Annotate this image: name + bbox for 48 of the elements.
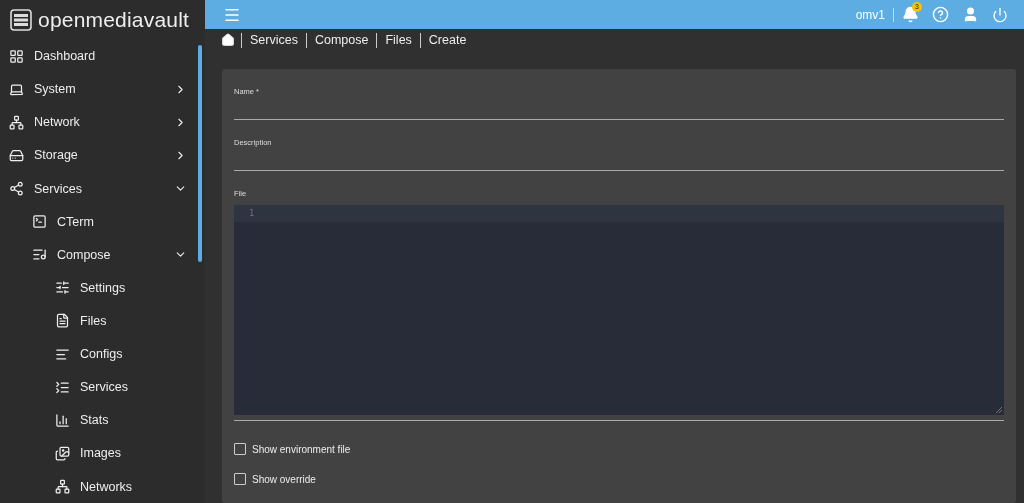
bar-chart-icon [55, 412, 70, 428]
sidebar-item[interactable]: Files [0, 304, 205, 338]
sidebar-item[interactable]: Dashboard [0, 39, 205, 73]
line-number: 1 [248, 209, 254, 218]
checkbox-label: Show environment file [252, 443, 351, 455]
home-icon[interactable] [221, 33, 235, 48]
share-icon [9, 181, 24, 196]
sidebar-item[interactable]: Compose [0, 238, 205, 272]
sidebar-item[interactable]: Networks [0, 469, 205, 503]
resize-grip-icon[interactable] [995, 406, 1003, 414]
sidebar-item[interactable]: System [0, 72, 205, 106]
grid-icon [9, 48, 24, 64]
laptop-icon [9, 81, 24, 97]
sidebar-item[interactable]: Stats [0, 403, 205, 437]
sidebar-item[interactable]: Configs [0, 337, 205, 371]
bell-icon [901, 6, 919, 24]
checkbox[interactable] [234, 473, 246, 485]
sidebar-item[interactable]: Network [0, 105, 205, 139]
help-icon [931, 6, 949, 24]
breadcrumb-link[interactable]: Create [419, 32, 475, 48]
images-icon [55, 445, 70, 461]
checkbox-label: Show override [252, 473, 316, 485]
hostname: omv1 [855, 7, 894, 22]
storage-icon [9, 147, 24, 163]
network-icon [9, 114, 24, 130]
sliders-icon [55, 280, 70, 296]
breadcrumb-link[interactable]: Files [376, 32, 420, 48]
sidebar-item[interactable]: Settings [0, 271, 205, 305]
power-icon [992, 6, 1008, 23]
checkbox[interactable] [234, 443, 246, 455]
list-icon [32, 247, 47, 263]
logo-text: openmediavault [38, 7, 190, 32]
scrollbar[interactable] [198, 45, 202, 262]
breadcrumb-link[interactable]: Services [241, 32, 306, 48]
network-icon [55, 479, 70, 494]
checkbox-row[interactable]: Show override [234, 473, 1004, 485]
breadcrumb-link[interactable]: Compose [305, 32, 377, 48]
checkbox-row[interactable]: Show environment file [234, 443, 1004, 455]
sidebar-item[interactable]: Services [0, 171, 205, 206]
terminal-icon [32, 214, 47, 230]
sidebar-item[interactable]: Images [0, 436, 205, 470]
sidebar-item[interactable]: CTerm [0, 205, 205, 239]
server-logo-icon [10, 8, 32, 31]
document-icon [55, 313, 70, 329]
sidebar-item[interactable]: Services [0, 370, 205, 404]
lines-icon [55, 346, 70, 362]
list-icon [55, 379, 70, 395]
sidebar-item[interactable]: Storage [0, 138, 205, 172]
